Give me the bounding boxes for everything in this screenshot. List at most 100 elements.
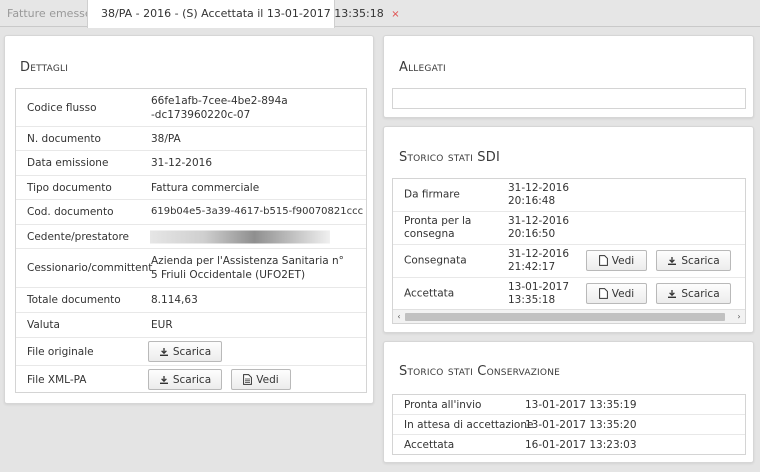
table-row: In attesa di accettazione 13-01-2017 13:… <box>393 415 745 435</box>
row-value: 619b04e5-3a39-4617-b515-f90070821ccc <box>151 206 364 217</box>
scroll-right-icon[interactable]: › <box>733 310 745 323</box>
storico-conservazione-panel: Storico stati Conservazione Pronta all'i… <box>383 341 754 463</box>
row-value: 31-12-2016 <box>151 157 213 169</box>
row-label: Codice flusso <box>27 101 97 114</box>
table-row: N. documento 38/PA <box>16 127 366 151</box>
table-row: Cessionario/committent Azienda per l'Ass… <box>16 249 366 288</box>
table-row: Accettata 16-01-2017 13:23:03 <box>393 435 745 455</box>
button-label: Vedi <box>256 373 279 386</box>
panel-title: Dettagli <box>20 60 69 75</box>
row-label: Valuta <box>27 319 60 331</box>
row-label: N. documento <box>27 132 101 145</box>
state-label: Da firmare <box>404 188 460 201</box>
vedi-accettata-button[interactable]: Vedi <box>586 283 647 304</box>
details-table: Codice flusso 66fe1afb-7cee-4be2-894a-dc… <box>15 88 367 393</box>
table-row: Valuta EUR <box>16 313 366 338</box>
state-datetime: 31-12-2016 20:16:48 <box>508 182 569 208</box>
table-row: Consegnata 31-12-2016 21:42:17 Vedi Scar… <box>393 245 745 278</box>
dettagli-panel: Dettagli Codice flusso 66fe1afb-7cee-4be… <box>4 35 374 404</box>
row-label: File originale <box>27 345 94 358</box>
row-label: File XML-PA <box>27 373 87 386</box>
document-icon <box>243 374 253 385</box>
download-icon <box>159 347 168 356</box>
state-date: 13-01-2017 <box>508 281 570 293</box>
row-label: Data emissione <box>27 157 109 169</box>
table-row: Da firmare 31-12-2016 20:16:48 <box>393 179 745 212</box>
state-time: 20:16:50 <box>508 228 556 240</box>
horizontal-scrollbar[interactable]: ‹ › <box>393 309 745 323</box>
button-label: Scarica <box>681 287 720 300</box>
state-datetime: 16-01-2017 13:23:03 <box>525 439 637 451</box>
scarica-accettata-button[interactable]: Scarica <box>656 283 731 304</box>
scarica-xml-button[interactable]: Scarica <box>148 369 222 390</box>
attachments-list <box>392 88 746 109</box>
panel-title: Storico stati Conservazione <box>399 364 561 379</box>
download-icon <box>159 375 168 384</box>
table-row: Totale documento 8.114,63 <box>16 288 366 313</box>
close-icon[interactable]: × <box>391 9 399 20</box>
row-label: Cessionario/committent <box>27 262 153 274</box>
table-row: Tipo documento Fattura commerciale <box>16 176 366 200</box>
table-row: Pronta per la consegna 31-12-2016 20:16:… <box>393 212 745 245</box>
state-date: 31-12-2016 <box>508 248 570 260</box>
tab-label: Fatture emesse <box>7 7 92 20</box>
sdi-history-table: Da firmare 31-12-2016 20:16:48 Pronta pe… <box>392 178 746 324</box>
scarica-originale-button[interactable]: Scarica <box>148 341 222 362</box>
row-value: 8.114,63 <box>151 294 198 306</box>
panel-title: Allegati <box>399 60 446 75</box>
row-label: Cod. documento <box>27 206 114 218</box>
tab-bar: Fatture emesse 38/PA - 2016 - (S) Accett… <box>0 0 760 28</box>
table-row: Codice flusso 66fe1afb-7cee-4be2-894a-dc… <box>16 89 366 127</box>
table-row: File XML-PA Scarica Vedi <box>16 366 366 393</box>
state-time: 21:42:17 <box>508 261 556 273</box>
table-row: Pronta all'invio 13-01-2017 13:35:19 <box>393 395 745 415</box>
state-label: Pronta per la consegna <box>404 215 472 240</box>
conservation-history-table: Pronta all'invio 13-01-2017 13:35:19 In … <box>392 394 746 455</box>
state-time: 13:35:18 <box>508 294 556 306</box>
row-label: Cedente/prestatore <box>27 230 130 243</box>
tab-label: 38/PA - 2016 - (S) Accettata il 13-01-20… <box>101 7 384 20</box>
tab-invoice-detail[interactable]: 38/PA - 2016 - (S) Accettata il 13-01-20… <box>87 0 400 28</box>
row-label: Tipo documento <box>27 181 112 194</box>
tab-fatture-emesse[interactable]: Fatture emesse <box>0 0 92 27</box>
button-label: Vedi <box>611 287 635 300</box>
storico-sdi-panel: Storico stati SDI Da firmare 31-12-2016 … <box>383 126 754 333</box>
scroll-left-icon[interactable]: ‹ <box>393 310 405 323</box>
scarica-consegnata-button[interactable]: Scarica <box>656 250 731 271</box>
state-datetime: 31-12-2016 21:42:17 <box>508 248 569 274</box>
row-value: Azienda per l'Assistenza Sanitaria n° 5 … <box>151 255 344 281</box>
state-label: Consegnata <box>404 254 467 267</box>
document-icon <box>598 255 608 266</box>
table-row: Cod. documento 619b04e5-3a39-4617-b515-f… <box>16 200 366 225</box>
state-label: In attesa di accettazione <box>404 418 534 431</box>
button-label: Scarica <box>172 345 212 358</box>
state-datetime: 31-12-2016 20:16:50 <box>508 215 569 241</box>
table-row: Cedente/prestatore <box>16 225 366 249</box>
row-value: 38/PA <box>151 132 181 145</box>
state-time: 20:16:48 <box>508 195 556 207</box>
vedi-consegnata-button[interactable]: Vedi <box>586 250 647 271</box>
state-label: Accettata <box>404 439 455 451</box>
document-icon <box>598 288 608 299</box>
state-date: 31-12-2016 <box>508 215 570 227</box>
table-row: File originale Scarica <box>16 338 366 366</box>
download-icon <box>668 256 677 265</box>
table-row: Accettata 13-01-2017 13:35:18 Vedi Scari… <box>393 278 745 310</box>
state-datetime: 13-01-2017 13:35:19 <box>525 398 637 411</box>
allegati-panel: Allegati <box>383 35 754 118</box>
button-label: Vedi <box>611 254 635 267</box>
button-label: Scarica <box>681 254 720 267</box>
vedi-xml-button[interactable]: Vedi <box>231 369 291 390</box>
state-datetime: 13-01-2017 13:35:18 <box>508 281 569 307</box>
state-datetime: 13-01-2017 13:35:20 <box>525 418 637 431</box>
row-value: EUR <box>151 319 173 331</box>
button-label: Scarica <box>172 373 212 386</box>
download-icon <box>668 289 677 298</box>
row-value: 66fe1afb-7cee-4be2-894a-dc173960220c-07 <box>151 94 288 121</box>
row-value: Fattura commerciale <box>151 181 260 194</box>
panel-title: Storico stati SDI <box>399 150 500 165</box>
redacted-value <box>150 230 330 243</box>
scroll-thumb[interactable] <box>405 313 725 321</box>
state-date: 31-12-2016 <box>508 182 570 194</box>
state-label: Pronta all'invio <box>404 398 482 411</box>
